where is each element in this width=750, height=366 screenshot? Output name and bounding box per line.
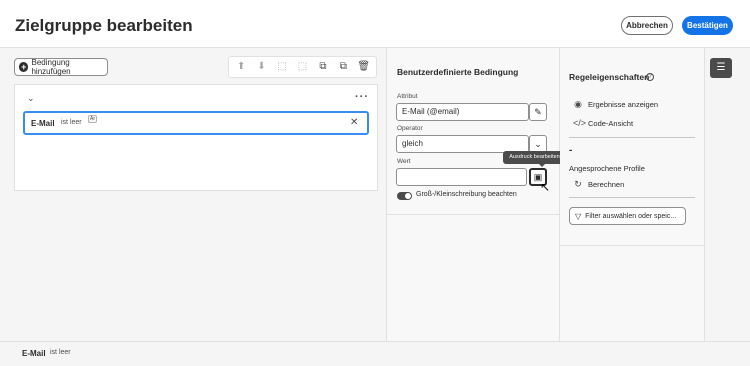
delete-icon[interactable]: 🗑︎ bbox=[357, 60, 371, 74]
settings-sliders-icon[interactable]: ☰ bbox=[710, 58, 732, 78]
condition-group: ⌄ ··· E-Mail ist leer Ar ✕ bbox=[14, 84, 378, 191]
rule-properties-heading: Regeleigenschaften bbox=[569, 72, 650, 82]
more-options-icon[interactable]: ··· bbox=[355, 91, 369, 103]
filter-icon: ▽ bbox=[575, 211, 582, 221]
confirm-button[interactable]: Bestätigen bbox=[682, 16, 733, 35]
canvas-toolbar: ⬆ ⬇ ⬚ ⬚ ⧉ ⧉ 🗑︎ bbox=[228, 56, 377, 78]
calculate-label: Berechnen bbox=[588, 180, 625, 189]
case-sensitive-toggle[interactable] bbox=[397, 192, 412, 200]
panel-divider bbox=[560, 245, 704, 246]
attribute-field[interactable]: E-Mail (@email) bbox=[396, 103, 529, 121]
edit-expression-tooltip: Ausdruck bearbeiten bbox=[503, 151, 566, 167]
divider bbox=[569, 197, 695, 198]
rule-canvas: + Bedingung hinzufügen ⬆ ⬇ ⬚ ⬚ ⧉ ⧉ 🗑︎ ⌄ … bbox=[0, 48, 386, 341]
cancel-button[interactable]: Abbrechen bbox=[621, 16, 673, 35]
remove-condition-icon[interactable]: ✕ bbox=[350, 117, 358, 128]
value-label: Wert bbox=[397, 158, 411, 165]
add-icon: + bbox=[19, 62, 29, 72]
rule-properties-panel: Regeleigenschaften ? ◉ Ergebnisse anzeig… bbox=[560, 48, 704, 341]
add-condition-button[interactable]: + Bedingung hinzufügen bbox=[14, 58, 108, 76]
copy-icon[interactable]: ⧉ bbox=[316, 60, 330, 74]
condition-attribute: E-Mail bbox=[31, 119, 55, 128]
duplicate-icon[interactable]: ⧉ bbox=[336, 60, 350, 74]
code-view-label: Code-Ansicht bbox=[588, 118, 634, 128]
status-attribute: E-Mail bbox=[22, 349, 46, 358]
attribute-label: Attribut bbox=[397, 93, 418, 100]
profiles-count: - bbox=[569, 145, 573, 156]
eye-icon: ◉ bbox=[574, 99, 582, 109]
right-rail: ☰ bbox=[704, 48, 750, 341]
edit-attribute-icon[interactable]: ✎ bbox=[529, 103, 547, 121]
calculate-button[interactable]: ↻ Berechnen bbox=[573, 179, 624, 190]
case-badge: Ar bbox=[88, 115, 97, 123]
status-bar: E-Mail ist leer bbox=[0, 341, 750, 366]
mouse-cursor-icon: ↖ bbox=[540, 180, 551, 194]
condition-operator: ist leer bbox=[61, 119, 82, 126]
value-field[interactable] bbox=[396, 168, 527, 186]
page-title: Zielgruppe bearbeiten bbox=[15, 16, 193, 35]
add-condition-label: Bedingung hinzufügen bbox=[31, 58, 71, 76]
operator-label: Operator bbox=[397, 125, 423, 132]
status-operator: ist leer bbox=[50, 349, 71, 356]
show-results-label: Ergebnisse anzeigen bbox=[588, 100, 659, 109]
ungroup-icon[interactable]: ⬚ bbox=[295, 60, 309, 74]
page-header: Zielgruppe bearbeiten Abbrechen Bestätig… bbox=[0, 0, 750, 48]
arrow-down-icon[interactable]: ⬇ bbox=[255, 60, 269, 74]
show-results-link[interactable]: ◉ Ergebnisse anzeigen bbox=[573, 99, 658, 110]
divider bbox=[569, 137, 695, 138]
refresh-icon: ↻ bbox=[574, 179, 582, 189]
filter-button[interactable]: ▽ Filter auswählen oder speic... bbox=[569, 207, 686, 225]
chevron-down-icon[interactable]: ⌄ bbox=[27, 93, 35, 104]
condition-row[interactable]: E-Mail ist leer Ar ✕ bbox=[23, 111, 369, 135]
targeted-profiles-label: Angesprochene Profile bbox=[569, 164, 645, 173]
code-view-link[interactable]: </> Code-Ansicht bbox=[573, 118, 633, 128]
info-icon[interactable]: ? bbox=[646, 73, 654, 81]
group-icon[interactable]: ⬚ bbox=[275, 60, 289, 74]
arrow-up-icon[interactable]: ⬆ bbox=[234, 60, 248, 74]
custom-condition-panel: Benutzerdefinierte Bedingung Attribut E-… bbox=[386, 48, 560, 341]
custom-condition-heading: Benutzerdefinierte Bedingung bbox=[397, 67, 519, 77]
filter-label: Filter auswählen oder speic... bbox=[585, 212, 677, 220]
code-icon: </> bbox=[573, 118, 587, 128]
case-sensitive-label: Groß-/Kleinschreibung beachten bbox=[416, 191, 517, 198]
panel-divider bbox=[387, 214, 559, 215]
